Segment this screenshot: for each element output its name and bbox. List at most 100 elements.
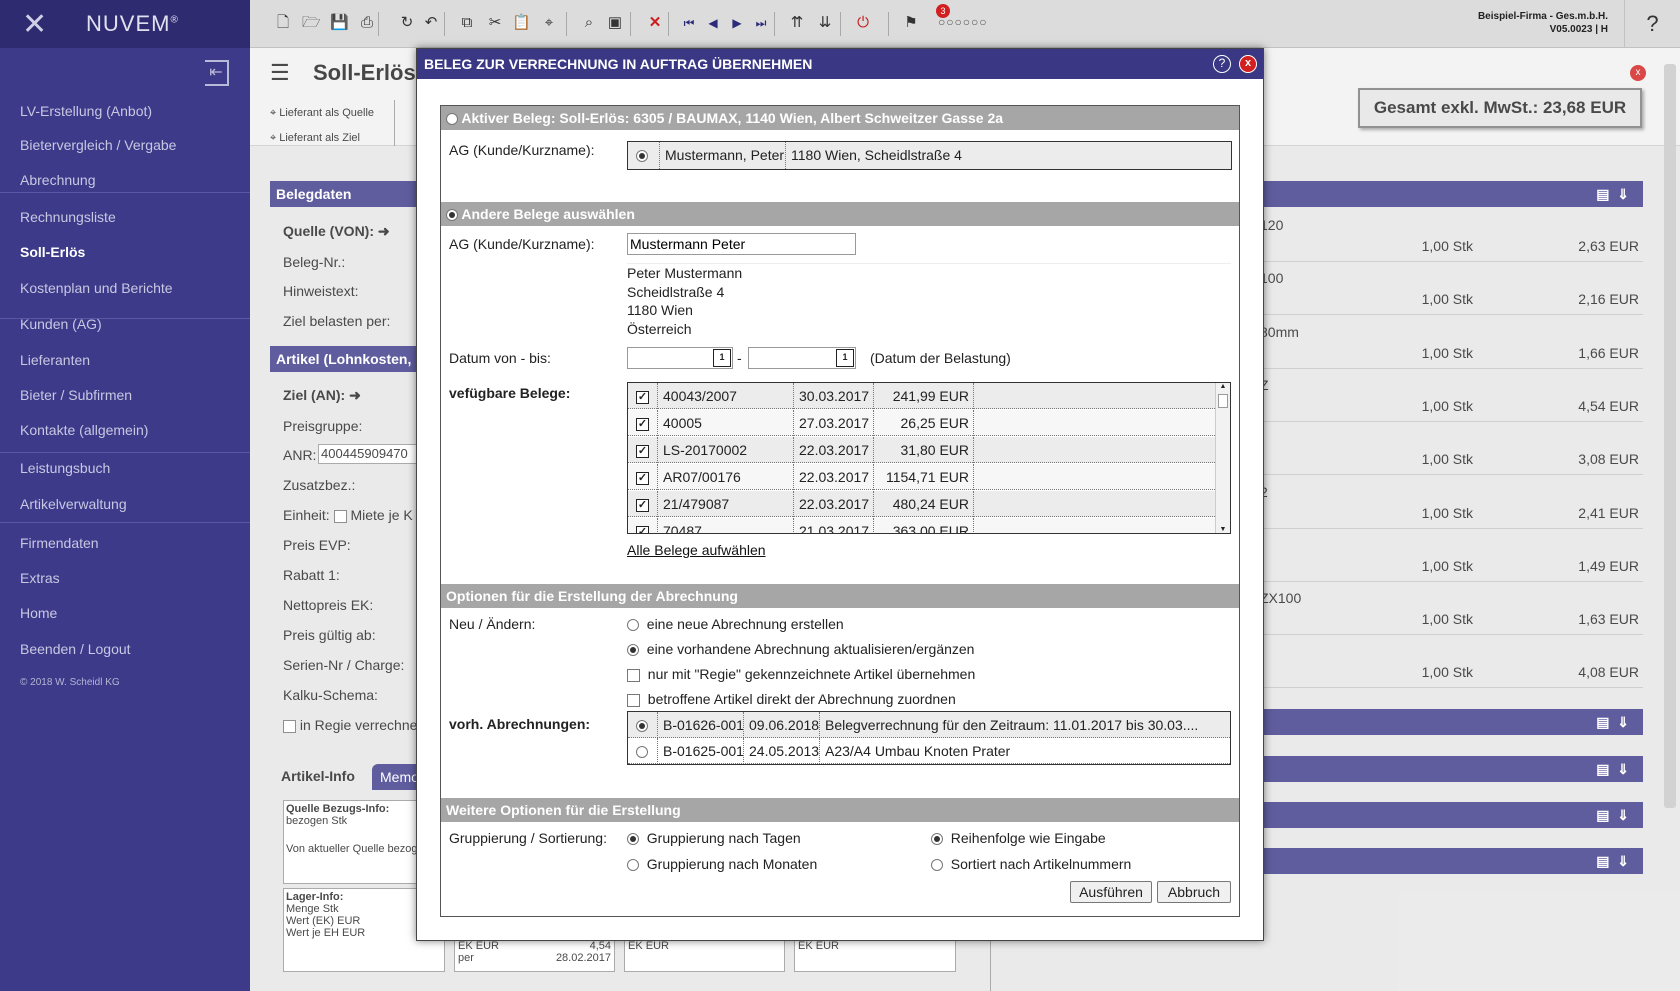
- date-to-input[interactable]: 1: [748, 347, 856, 369]
- option-update[interactable]: eine vorhandene Abrechnung aktualisieren…: [627, 641, 974, 657]
- select-all-link[interactable]: Alle Belege aufwählen: [627, 542, 766, 558]
- beleg-row[interactable]: ✓ 40005 27.03.2017 26,25 EUR: [628, 410, 1215, 436]
- next-icon[interactable]: ▶: [728, 14, 746, 32]
- beleg-row[interactable]: ✓ LS-20170002 22.03.2017 31,80 EUR: [628, 437, 1215, 463]
- new-file-icon[interactable]: 🗋: [274, 14, 292, 32]
- belege-table: ✓ 40043/2007 30.03.2017 241,99 EUR ✓ 40005 27.…: [627, 382, 1231, 534]
- beleg-checkbox[interactable]: ✓: [636, 498, 649, 512]
- order-article[interactable]: Sortiert nach Artikelnummern: [931, 856, 1131, 872]
- collapse-all-icon[interactable]: ⇈: [788, 14, 806, 32]
- abrechnung-row[interactable]: B-01625-001 24.05.2013 A23/A4 Umbau Knoten…: [628, 738, 1230, 764]
- beleg-row[interactable]: ✓ 40043/2007 30.03.2017 241,99 EUR: [628, 383, 1215, 409]
- refresh-icon[interactable]: ↻: [398, 14, 416, 32]
- scroll-thumb[interactable]: [1218, 394, 1228, 408]
- cancel-button[interactable]: Abbruch: [1157, 881, 1231, 903]
- beleg-nr: 21/479087: [658, 491, 794, 517]
- sidebar-item[interactable]: Soll-Erlös: [20, 244, 85, 260]
- option-assign[interactable]: betroffene Artikel direkt der Abrechnung…: [627, 691, 956, 707]
- undo-icon[interactable]: ↶: [422, 14, 440, 32]
- calendar-icon[interactable]: 1: [836, 349, 854, 367]
- collapse-sidebar-icon[interactable]: ⇤: [205, 60, 229, 86]
- abrechnung-row[interactable]: B-01626-001 09.06.2018 Belegverrechnung fü…: [628, 712, 1230, 738]
- cut-icon[interactable]: ✂: [486, 14, 504, 32]
- date-from-input[interactable]: 1: [627, 347, 733, 369]
- beleg-check-cell: ✓: [628, 464, 658, 490]
- sidebar-item[interactable]: Rechnungsliste: [20, 209, 116, 225]
- order-input-radio[interactable]: [931, 833, 943, 846]
- sidebar-item[interactable]: Lieferanten: [20, 352, 90, 368]
- order-article-radio[interactable]: [931, 859, 943, 872]
- option-regie-checkbox[interactable]: [627, 668, 640, 682]
- first-icon[interactable]: ⏮: [680, 14, 698, 32]
- execute-button[interactable]: Ausführen: [1070, 881, 1152, 903]
- group-months-radio[interactable]: [627, 859, 639, 872]
- option-new-radio[interactable]: [627, 619, 639, 632]
- order-input[interactable]: Reihenfolge wie Eingabe: [931, 830, 1106, 846]
- sidebar-item[interactable]: Abrechnung: [20, 172, 96, 188]
- open-folder-icon[interactable]: 🗁: [302, 14, 321, 32]
- logo[interactable]: ✕ NUVEM®: [0, 0, 250, 48]
- beleg-checkbox[interactable]: ✓: [636, 390, 649, 404]
- binoculars-search-icon[interactable]: ⌕: [580, 14, 598, 32]
- sidebar-item[interactable]: Kontakte (allgemein): [20, 422, 148, 438]
- scroll-down-icon[interactable]: ▼: [1216, 526, 1230, 533]
- sidebar-item[interactable]: Extras: [20, 570, 60, 586]
- notification-icon[interactable]: ⚑: [902, 14, 920, 32]
- group-days[interactable]: Gruppierung nach Tagen: [627, 830, 801, 846]
- window-icon[interactable]: ▣: [606, 14, 624, 32]
- company-info: Beispiel-Firma - Ges.m.b.H. V05.0023 | H: [1478, 10, 1608, 36]
- expand-all-icon[interactable]: ⇊: [816, 14, 834, 32]
- beleg-date: 21.03.2017: [794, 518, 874, 533]
- close-icon[interactable]: x: [1239, 55, 1257, 73]
- abrechnung-radio[interactable]: [636, 720, 648, 733]
- sidebar-item[interactable]: Kostenplan und Berichte: [20, 280, 173, 296]
- power-icon[interactable]: ⏻: [854, 14, 872, 32]
- sidebar-item[interactable]: Bietervergleich / Vergabe: [20, 137, 176, 153]
- option-regie[interactable]: nur mit "Regie" gekennzeichnete Artikel …: [627, 666, 975, 682]
- calendar-icon[interactable]: 1: [713, 349, 731, 367]
- toolbar-divider: [630, 12, 631, 36]
- sidebar-item[interactable]: Leistungsbuch: [20, 460, 110, 476]
- scroll-up-icon[interactable]: ▲: [1216, 383, 1230, 390]
- sidebar-item[interactable]: Artikelverwaltung: [20, 496, 127, 512]
- sidebar-item[interactable]: Beenden / Logout: [20, 641, 131, 657]
- sidebar-divider: [0, 522, 250, 523]
- option-new[interactable]: eine neue Abrechnung erstellen: [627, 616, 844, 632]
- group-days-radio[interactable]: [627, 833, 639, 846]
- binoculars-icon[interactable]: ⌖: [540, 14, 558, 32]
- beleg-extra: [974, 383, 1215, 409]
- copyright: © 2018 W. Scheidl KG: [20, 677, 120, 688]
- copy-icon[interactable]: ⧉: [458, 14, 476, 32]
- abrechnung-desc: Belegverrechnung für den Zeitraum: 11.01…: [825, 717, 1199, 733]
- belege-scrollbar[interactable]: ▲ ▼: [1215, 383, 1230, 533]
- paste-icon[interactable]: 📋: [512, 14, 531, 32]
- group-months[interactable]: Gruppierung nach Monaten: [627, 856, 817, 872]
- other-belege-radio[interactable]: [446, 209, 458, 222]
- prev-icon[interactable]: ◀: [704, 14, 722, 32]
- sidebar-item[interactable]: Firmendaten: [20, 535, 99, 551]
- beleg-row[interactable]: ✓ AR07/00176 22.03.2017 1154,71 EUR: [628, 464, 1215, 490]
- save-icon[interactable]: 💾: [330, 14, 349, 32]
- help-icon[interactable]: ?: [1213, 55, 1231, 73]
- beleg-row[interactable]: ✓ 21/479087 22.03.2017 480,24 EUR: [628, 491, 1215, 517]
- print-icon[interactable]: ⎙: [358, 14, 376, 32]
- sidebar-item[interactable]: Home: [20, 605, 57, 621]
- beleg-row[interactable]: ✓ 70487 21.03.2017 363,00 EUR: [628, 518, 1215, 533]
- toolbar-divider: [888, 12, 889, 36]
- last-icon[interactable]: ⏭: [752, 14, 770, 32]
- option-update-radio[interactable]: [627, 644, 639, 657]
- beleg-checkbox[interactable]: ✓: [636, 444, 649, 458]
- abrechnung-radio[interactable]: [636, 746, 648, 759]
- ag-search-input[interactable]: [627, 233, 856, 255]
- sidebar-item[interactable]: LV-Erstellung (Anbot): [20, 103, 152, 119]
- ag-name: Mustermann, Peter: [660, 142, 786, 169]
- beleg-checkbox[interactable]: ✓: [636, 417, 649, 431]
- option-assign-checkbox[interactable]: [627, 693, 640, 707]
- help-button[interactable]: ?: [1624, 0, 1680, 48]
- delete-icon[interactable]: ✕: [646, 14, 664, 32]
- beleg-checkbox[interactable]: ✓: [636, 471, 649, 485]
- active-beleg-radio[interactable]: [446, 113, 458, 126]
- ag-radio[interactable]: [636, 150, 648, 163]
- beleg-checkbox[interactable]: ✓: [636, 525, 649, 533]
- sidebar-item[interactable]: Bieter / Subfirmen: [20, 387, 132, 403]
